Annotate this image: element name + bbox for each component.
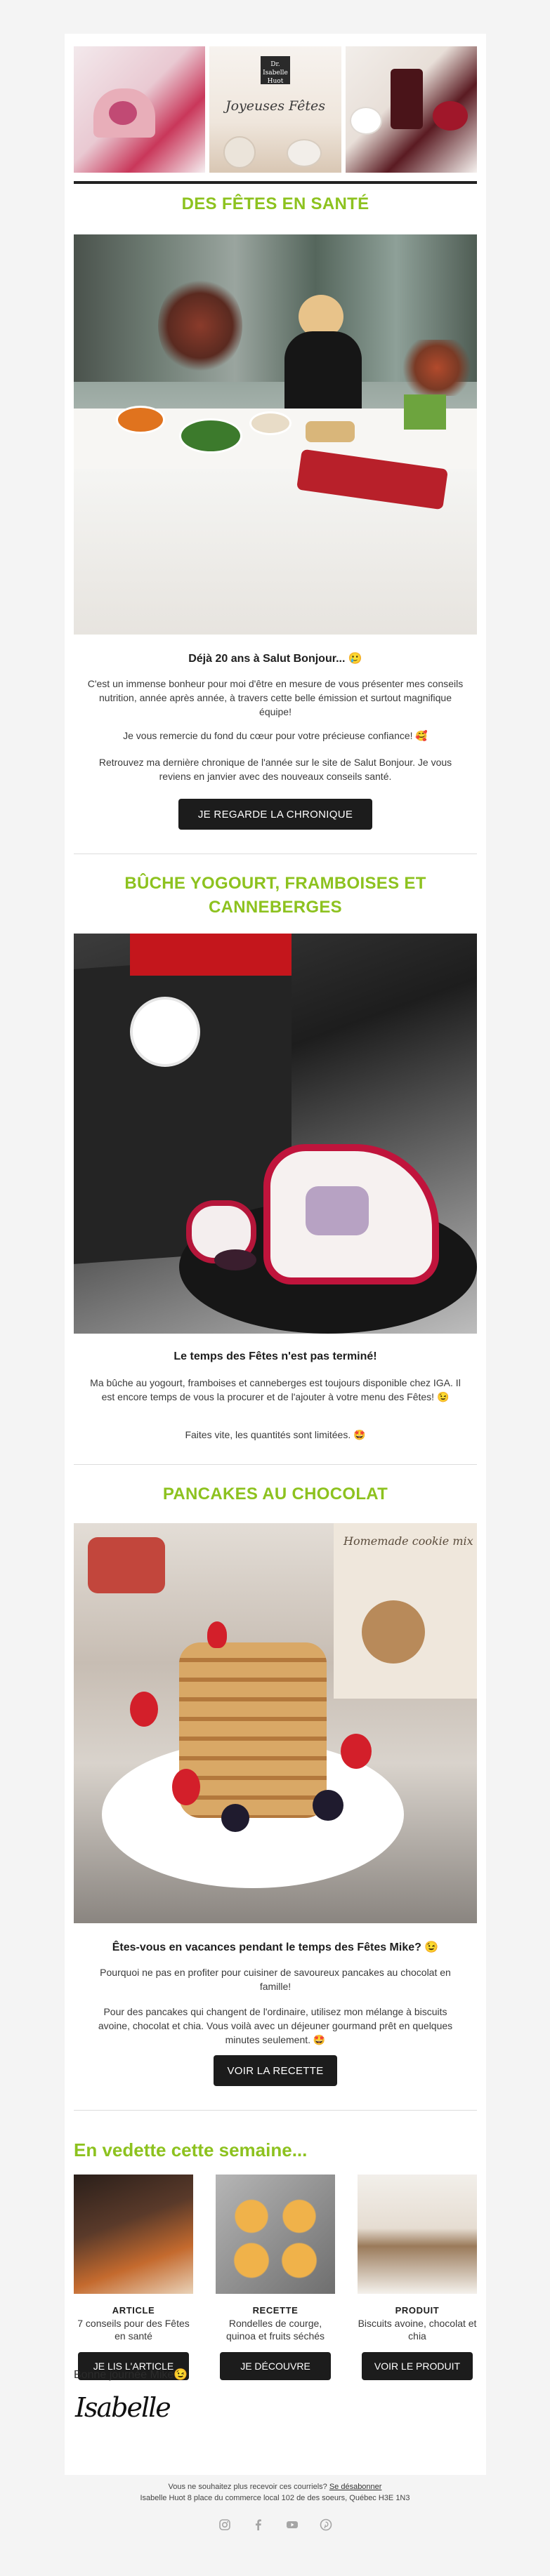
section1-headline: Déjà 20 ans à Salut Bonjour... 🥲 <box>188 653 362 665</box>
featured-desc: Rondelles de courge, quinoa et fruits sé… <box>225 2318 325 2342</box>
section-title-buche: BÛCHE YOGOURT, FRAMBOISES ET CANNEBERGES <box>124 874 426 917</box>
jam-jar <box>390 69 423 129</box>
featured-title: En vedette cette semaine... <box>74 2139 308 2160</box>
featured-kind: RECETTE <box>252 2305 299 2316</box>
section-divider <box>74 1464 477 1465</box>
unsubscribe-link[interactable]: Se désabonner <box>329 2483 382 2491</box>
dish-orange <box>116 406 165 434</box>
featured-desc: 7 conseils pour des Fêtes en santé <box>77 2318 190 2342</box>
box-red-band <box>130 934 292 976</box>
banner-logo-panel: Dr. Isabelle Huot Joyeuses Fêtes <box>209 46 341 173</box>
watch-chronicle-button[interactable]: JE REGARDE LA CHRONIQUE <box>178 799 372 830</box>
strawberry-left <box>130 1692 158 1727</box>
cookie-mix-bag: Homemade cookie mix <box>334 1523 477 1699</box>
banner-photo-jam <box>345 46 477 173</box>
section-title-pancakes: PANCAKES AU CHOCOLAT <box>162 1485 388 1503</box>
photo-pancakes: Homemade cookie mix <box>74 1523 477 1923</box>
section2-headline: Le temps des Fêtes n'est pas terminé! <box>173 1350 377 1362</box>
section2-paragraph-1: Ma bûche au yogourt, framboises et canne… <box>90 1377 461 1402</box>
section1-paragraph-2: Je vous remercie du fond du cœur pour vo… <box>123 730 428 741</box>
featured-item-recipe: RECETTE Rondelles de courge, quinoa et f… <box>216 2175 335 2380</box>
section3-paragraph-1: Pourquoi ne pas en profiter pour cuisine… <box>100 1967 451 1992</box>
social-links <box>0 2518 550 2532</box>
autumn-tree <box>158 277 242 375</box>
photo-salut-bonjour-set <box>74 234 477 635</box>
featured-product-image[interactable] <box>358 2175 477 2294</box>
buche-center <box>109 101 137 125</box>
section2-paragraph-2: Faites vite, les quantités sont limitées… <box>185 1429 366 1440</box>
section3-paragraph-2: Pour des pancakes qui changent de l'ordi… <box>98 2006 453 2045</box>
box-label <box>130 997 200 1067</box>
signoff-text: Bonne journée Mike😉 <box>74 2369 188 2381</box>
signature: Isabelle <box>75 2392 171 2423</box>
instagram-icon[interactable] <box>218 2518 232 2532</box>
section1-paragraph-1: C'est un immense bonheur pour moi d'être… <box>87 678 464 717</box>
brand-logo: Dr. Isabelle Huot <box>260 56 290 85</box>
strawberry-front <box>172 1769 200 1805</box>
featured-item-article: ARTICLE 7 conseils pour des Fêtes en san… <box>74 2175 193 2380</box>
presenter-body <box>284 331 362 416</box>
cup-shape <box>287 139 322 167</box>
email-card: Dr. Isabelle Huot Joyeuses Fêtes DES FÊT… <box>65 34 486 2475</box>
strawberry-right <box>341 1734 372 1769</box>
featured-recipe-image[interactable] <box>216 2175 335 2294</box>
cookie <box>362 1600 425 1664</box>
photo-buche-yogourt <box>74 934 477 1334</box>
view-recipe-button[interactable]: VOIR LA RECETTE <box>214 2055 337 2086</box>
pancake-stack <box>179 1642 327 1818</box>
decor-plant <box>397 340 477 396</box>
featured-article-image[interactable] <box>74 2175 193 2294</box>
section1-paragraph-3: Retrouvez ma dernière chronique de l'ann… <box>98 757 452 782</box>
dish-dip <box>249 411 292 435</box>
featured-desc: Biscuits avoine, chocolat et chia <box>358 2318 477 2342</box>
bowl-shape <box>223 136 256 168</box>
bag-label: Homemade cookie mix <box>343 1534 473 1548</box>
blackberry-2 <box>313 1790 343 1821</box>
product-box <box>404 394 446 430</box>
section-divider <box>74 2110 477 2111</box>
kitchen-mixer <box>88 1537 165 1593</box>
unsubscribe-text: Vous ne souhaitez plus recevoir ces cour… <box>168 2483 327 2491</box>
featured-kind: ARTICLE <box>112 2305 155 2316</box>
pinterest-icon[interactable] <box>319 2518 333 2532</box>
berries-bowl <box>432 101 468 131</box>
footer-address: Isabelle Huot 8 place du commerce local … <box>140 2494 410 2502</box>
buche-filling <box>306 1186 369 1235</box>
section-title-fetes: DES FÊTES EN SANTÉ <box>181 194 369 213</box>
featured-kind: PRODUIT <box>395 2305 440 2316</box>
header-divider <box>74 181 477 184</box>
youtube-icon[interactable] <box>285 2518 299 2532</box>
dish-crackers <box>306 421 355 442</box>
featured-item-product: PRODUIT Biscuits avoine, chocolat et chi… <box>358 2175 477 2380</box>
view-product-button[interactable]: VOIR LE PRODUIT <box>362 2352 473 2380</box>
banner-greeting: Joyeuses Fêtes <box>225 98 326 114</box>
strawberry-top <box>207 1621 227 1648</box>
dish-salad <box>179 418 242 453</box>
header-banner: Dr. Isabelle Huot Joyeuses Fêtes <box>74 46 477 173</box>
blackberry-1 <box>221 1804 249 1832</box>
section3-headline: Êtes-vous en vacances pendant le temps d… <box>112 1941 439 1953</box>
discover-recipe-button[interactable]: JE DÉCOUVRE <box>220 2352 331 2380</box>
berries <box>214 1249 256 1270</box>
cream-cup <box>349 107 382 135</box>
banner-photo-buche <box>74 46 206 173</box>
facebook-icon[interactable] <box>251 2518 266 2532</box>
footer-unsubscribe-line: Vous ne souhaitez plus recevoir ces cour… <box>0 2482 550 2492</box>
